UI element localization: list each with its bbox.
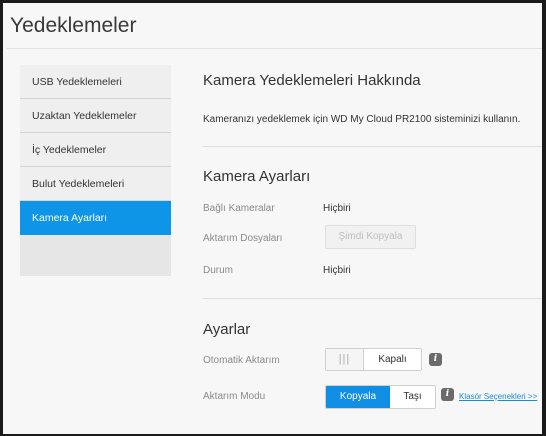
auto-transfer-toggle[interactable]: ||| Kapalı [325, 348, 422, 371]
app-window: Yedeklemeler USB Yedeklemeleri Uzaktan Y… [0, 0, 546, 436]
mode-move-button[interactable]: Taşı [390, 386, 435, 408]
status-value: Hiçbiri [323, 265, 351, 276]
settings-title: Ayarlar [203, 321, 251, 338]
section-divider [203, 298, 542, 299]
auto-transfer-label: Otomatik Aktarım [203, 355, 280, 366]
transfer-files-label: Aktarım Dosyaları [203, 233, 283, 244]
sidebar-item-camera-settings[interactable]: Kamera Ayarları [20, 201, 171, 235]
connected-cameras-label: Bağlı Kameralar [203, 203, 275, 214]
copy-now-button[interactable]: Şimdi Kopyala [325, 225, 416, 249]
camera-settings-title: Kamera Ayarları [203, 168, 311, 185]
toggle-state-label: Kapalı [378, 354, 407, 365]
sidebar: USB Yedeklemeleri Uzaktan Yedeklemeler İ… [20, 65, 171, 276]
sidebar-item-internal-backups[interactable]: İç Yedeklemeler [20, 133, 171, 167]
sidebar-item-remote-backups[interactable]: Uzaktan Yedeklemeler [20, 99, 171, 133]
title-divider [7, 48, 542, 49]
page-title: Yedeklemeler [10, 14, 137, 37]
status-label: Durum [203, 265, 234, 276]
transfer-mode-label: Aktarım Modu [203, 391, 266, 402]
window-border-right [542, 0, 546, 436]
section-divider [203, 146, 542, 147]
connected-cameras-value: Hiçbiri [323, 203, 351, 214]
sidebar-item-usb-backups[interactable]: USB Yedeklemeleri [20, 65, 171, 99]
window-border-left [0, 0, 3, 436]
folder-options-link[interactable]: Klasör Seçenekleri >> [459, 392, 537, 401]
sidebar-item-cloud-backups[interactable]: Bulut Yedeklemeleri [20, 167, 171, 201]
about-text: Kameranızı yedeklemek için WD My Cloud P… [203, 114, 521, 125]
transfer-mode-selector: Kopyala Taşı [325, 385, 436, 409]
window-border-top [0, 0, 546, 3]
about-section-title: Kamera Yedeklemeleri Hakkında [203, 72, 421, 89]
mode-copy-button[interactable]: Kopyala [326, 386, 390, 408]
content-area: Yedeklemeler USB Yedeklemeleri Uzaktan Y… [3, 3, 542, 434]
info-icon[interactable]: i [441, 388, 454, 401]
toggle-knob[interactable]: ||| [326, 349, 364, 370]
info-icon[interactable]: i [429, 353, 442, 366]
